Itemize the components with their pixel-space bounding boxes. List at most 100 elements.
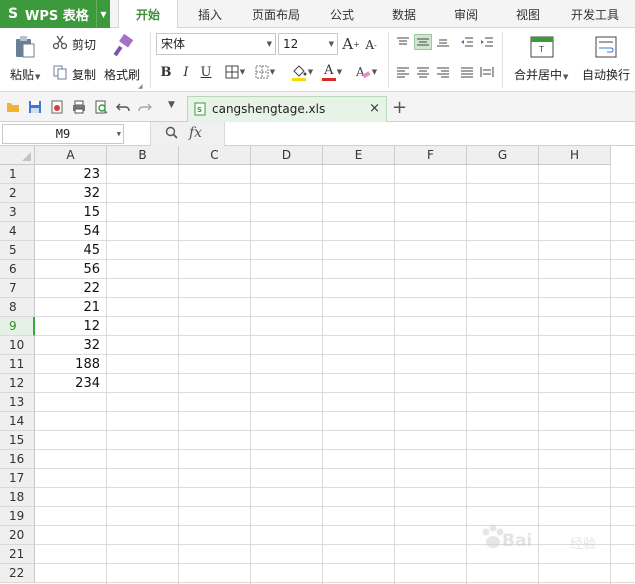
row-header-8[interactable]: 8 — [0, 298, 35, 317]
cut-button[interactable]: 剪切 — [72, 36, 96, 53]
customize-toolbar-icon[interactable]: ▼ — [168, 100, 175, 110]
row-header-1[interactable]: 1 — [0, 165, 35, 184]
cell-a7[interactable]: 22 — [35, 279, 104, 298]
paste-label[interactable]: 粘贴▼ — [10, 66, 40, 83]
align-top-button[interactable] — [394, 34, 412, 50]
export-pdf-icon[interactable] — [50, 100, 64, 114]
row-header-5[interactable]: 5 — [0, 241, 35, 260]
tab-home[interactable]: 开始 — [118, 0, 178, 29]
column-header-a[interactable]: A — [35, 146, 107, 165]
row-header-7[interactable]: 7 — [0, 279, 35, 298]
wrap-text-icon[interactable] — [592, 34, 620, 60]
row-header-2[interactable]: 2 — [0, 184, 35, 203]
undo-icon[interactable] — [116, 100, 130, 114]
align-center-button[interactable] — [414, 64, 432, 80]
cell-a4[interactable]: 54 — [35, 222, 104, 241]
underline-button[interactable]: U — [198, 62, 214, 82]
print-preview-icon[interactable] — [94, 100, 108, 114]
row-header-11[interactable]: 11 — [0, 355, 35, 374]
tab-page-layout[interactable]: 页面布局 — [245, 0, 307, 28]
font-color-button[interactable]: A ▼ — [318, 62, 346, 82]
dialog-launcher-icon[interactable]: ◢ — [138, 83, 143, 90]
chevron-down-icon[interactable]: ▼ — [96, 0, 110, 28]
merge-center-button[interactable]: 合并居中▼ — [514, 66, 568, 83]
align-right-button[interactable] — [434, 64, 452, 80]
decrease-indent-button[interactable] — [458, 34, 476, 50]
column-header-h[interactable]: H — [539, 146, 611, 165]
justify-button[interactable] — [458, 64, 476, 80]
decrease-font-button[interactable]: A- — [363, 36, 379, 54]
redo-icon[interactable] — [138, 100, 152, 114]
row-header-16[interactable]: 16 — [0, 450, 35, 469]
clear-format-button[interactable]: A ▼ — [352, 62, 380, 82]
app-menu-button[interactable]: S WPS 表格 ▼ — [0, 0, 110, 28]
align-bottom-button[interactable] — [434, 34, 452, 50]
cell-a2[interactable]: 32 — [35, 184, 104, 203]
new-tab-button[interactable]: + — [392, 97, 407, 118]
row-header-13[interactable]: 13 — [0, 393, 35, 412]
cell-a11[interactable]: 188 — [35, 355, 104, 374]
row-header-19[interactable]: 19 — [0, 507, 35, 526]
select-all-corner[interactable] — [0, 146, 35, 165]
cell-a8[interactable]: 21 — [35, 298, 104, 317]
insert-function-button[interactable]: fx — [189, 125, 202, 141]
align-left-button[interactable] — [394, 64, 412, 80]
open-folder-icon[interactable] — [6, 100, 20, 114]
tab-insert[interactable]: 插入 — [188, 0, 232, 28]
save-icon[interactable] — [28, 100, 42, 114]
tab-review[interactable]: 审阅 — [444, 0, 488, 28]
close-icon[interactable]: × — [369, 101, 380, 116]
copy-button[interactable]: 复制 — [72, 66, 96, 83]
font-name-select[interactable]: 宋体 ▼ — [156, 33, 276, 55]
row-header-9[interactable]: 9 — [0, 317, 35, 336]
row-header-15[interactable]: 15 — [0, 431, 35, 450]
cell-a5[interactable]: 45 — [35, 241, 104, 260]
tab-data[interactable]: 数据 — [382, 0, 426, 28]
formula-input[interactable] — [226, 122, 635, 146]
cell-a12[interactable]: 234 — [35, 374, 104, 393]
fill-color-button[interactable]: ▼ — [288, 62, 316, 82]
format-painter-button[interactable]: 格式刷 — [104, 66, 140, 83]
column-header-e[interactable]: E — [323, 146, 395, 165]
row-header-21[interactable]: 21 — [0, 545, 35, 564]
copy-icon[interactable] — [52, 64, 68, 80]
row-header-10[interactable]: 10 — [0, 336, 35, 355]
row-header-17[interactable]: 17 — [0, 469, 35, 488]
tab-developer[interactable]: 开发工具 — [564, 0, 626, 28]
row-header-4[interactable]: 4 — [0, 222, 35, 241]
file-tab[interactable]: S cangshengtage.xls × — [187, 96, 387, 122]
cell-a9[interactable]: 12 — [35, 317, 104, 336]
column-header-g[interactable]: G — [467, 146, 539, 165]
cell-a10[interactable]: 32 — [35, 336, 104, 355]
row-header-3[interactable]: 3 — [0, 203, 35, 222]
column-header-b[interactable]: B — [107, 146, 179, 165]
row-header-12[interactable]: 12 — [0, 374, 35, 393]
column-header-d[interactable]: D — [251, 146, 323, 165]
cell-a1[interactable]: 23 — [35, 165, 104, 184]
search-icon[interactable] — [165, 126, 178, 143]
merge-center-icon[interactable]: T — [528, 34, 556, 60]
wrap-text-button[interactable]: 自动换行 — [582, 66, 630, 83]
column-header-f[interactable]: F — [395, 146, 467, 165]
cell-a6[interactable]: 56 — [35, 260, 104, 279]
distributed-align-button[interactable] — [478, 64, 496, 80]
row-header-14[interactable]: 14 — [0, 412, 35, 431]
column-header-c[interactable]: C — [179, 146, 251, 165]
increase-font-button[interactable]: A + — [342, 34, 360, 54]
paste-button[interactable] — [10, 34, 40, 60]
print-icon[interactable] — [72, 100, 86, 114]
row-header-18[interactable]: 18 — [0, 488, 35, 507]
cell-a3[interactable]: 15 — [35, 203, 104, 222]
name-box[interactable]: M9 ▼ — [2, 124, 124, 144]
tab-view[interactable]: 视图 — [506, 0, 550, 28]
font-size-select[interactable]: 12 ▼ — [278, 33, 338, 55]
row-header-6[interactable]: 6 — [0, 260, 35, 279]
align-middle-button[interactable] — [414, 34, 432, 50]
cell-style-button[interactable]: ▼ — [252, 64, 278, 80]
italic-button[interactable]: I — [178, 62, 194, 82]
bold-button[interactable]: B — [158, 62, 174, 82]
borders-button[interactable]: ▼ — [222, 64, 248, 80]
format-painter-icon[interactable] — [110, 33, 136, 59]
scissors-icon[interactable] — [52, 34, 68, 50]
tab-formula[interactable]: 公式 — [320, 0, 364, 28]
